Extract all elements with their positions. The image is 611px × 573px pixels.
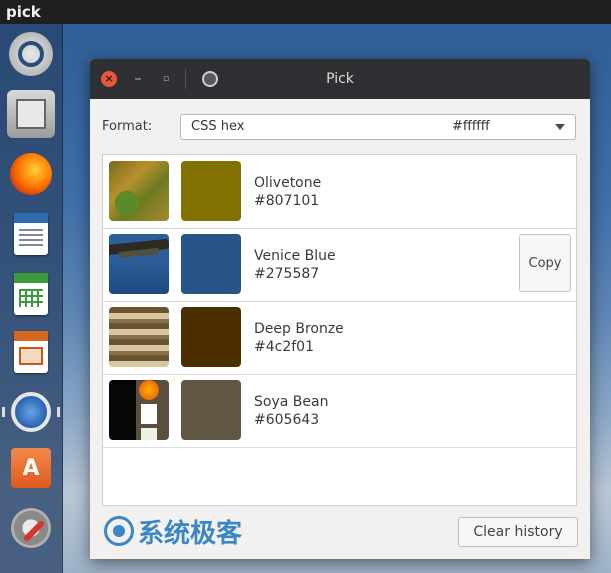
files-icon[interactable] xyxy=(7,90,55,138)
list-item[interactable]: Olivetone #807101 xyxy=(103,155,576,229)
color-swatch xyxy=(181,234,241,294)
screenshot-thumbnail xyxy=(109,307,169,367)
color-name: Venice Blue xyxy=(254,248,336,264)
color-history-list: Olivetone #807101 Venice Blue #275587 Co… xyxy=(102,154,577,506)
color-hex: #275587 xyxy=(254,266,320,282)
ubuntu-dash-icon[interactable] xyxy=(9,32,53,76)
color-swatch xyxy=(181,380,241,440)
format-select[interactable]: CSS hex #ffffff xyxy=(180,114,576,140)
screenshot-thumbnail xyxy=(109,161,169,221)
watermark-text: 系统极客 xyxy=(138,518,243,549)
watermark-logo-icon xyxy=(104,516,134,546)
list-item[interactable]: Soya Bean #605643 xyxy=(103,374,576,448)
format-label: Format: xyxy=(102,119,153,134)
top-panel: pick xyxy=(0,0,611,24)
color-hex: #4c2f01 xyxy=(254,339,314,355)
titlebar[interactable]: Pick × – ▫ xyxy=(90,59,590,99)
format-selected-value: CSS hex xyxy=(191,119,245,134)
launcher-focused-indicator xyxy=(57,407,60,417)
close-icon[interactable]: × xyxy=(101,71,117,87)
color-name: Deep Bronze xyxy=(254,321,344,337)
minimize-icon[interactable]: – xyxy=(130,71,146,87)
list-item[interactable]: Venice Blue #275587 Copy xyxy=(103,228,576,302)
maximize-icon[interactable]: ▫ xyxy=(158,71,174,87)
active-app-name: pick xyxy=(6,3,41,21)
screenshot-thumbnail xyxy=(109,234,169,294)
screenshot-thumbnail xyxy=(109,380,169,440)
format-preview-value: #ffffff xyxy=(452,119,490,134)
system-settings-icon[interactable] xyxy=(7,504,55,552)
color-name: Soya Bean xyxy=(254,394,329,410)
copy-button[interactable]: Copy xyxy=(519,234,571,292)
firefox-icon[interactable] xyxy=(7,150,55,198)
titlebar-separator xyxy=(185,69,186,89)
eyedropper-icon[interactable] xyxy=(202,71,218,87)
chevron-down-icon xyxy=(555,124,565,130)
calc-icon[interactable] xyxy=(7,270,55,318)
list-item[interactable]: Deep Bronze #4c2f01 xyxy=(103,301,576,375)
clear-history-button[interactable]: Clear history xyxy=(458,517,578,547)
color-hex: #807101 xyxy=(254,193,320,209)
pick-icon[interactable] xyxy=(7,388,55,436)
launcher: A xyxy=(0,24,63,573)
color-swatch xyxy=(181,307,241,367)
color-swatch xyxy=(181,161,241,221)
software-center-icon[interactable]: A xyxy=(7,444,55,492)
impress-icon[interactable] xyxy=(7,328,55,376)
color-name: Olivetone xyxy=(254,175,322,191)
pick-window: Pick × – ▫ Format: CSS hex #ffffff Olive… xyxy=(90,59,590,559)
color-hex: #605643 xyxy=(254,412,320,428)
launcher-running-indicator xyxy=(2,407,5,417)
writer-icon[interactable] xyxy=(7,210,55,258)
watermark: 系统极客 xyxy=(104,514,243,549)
